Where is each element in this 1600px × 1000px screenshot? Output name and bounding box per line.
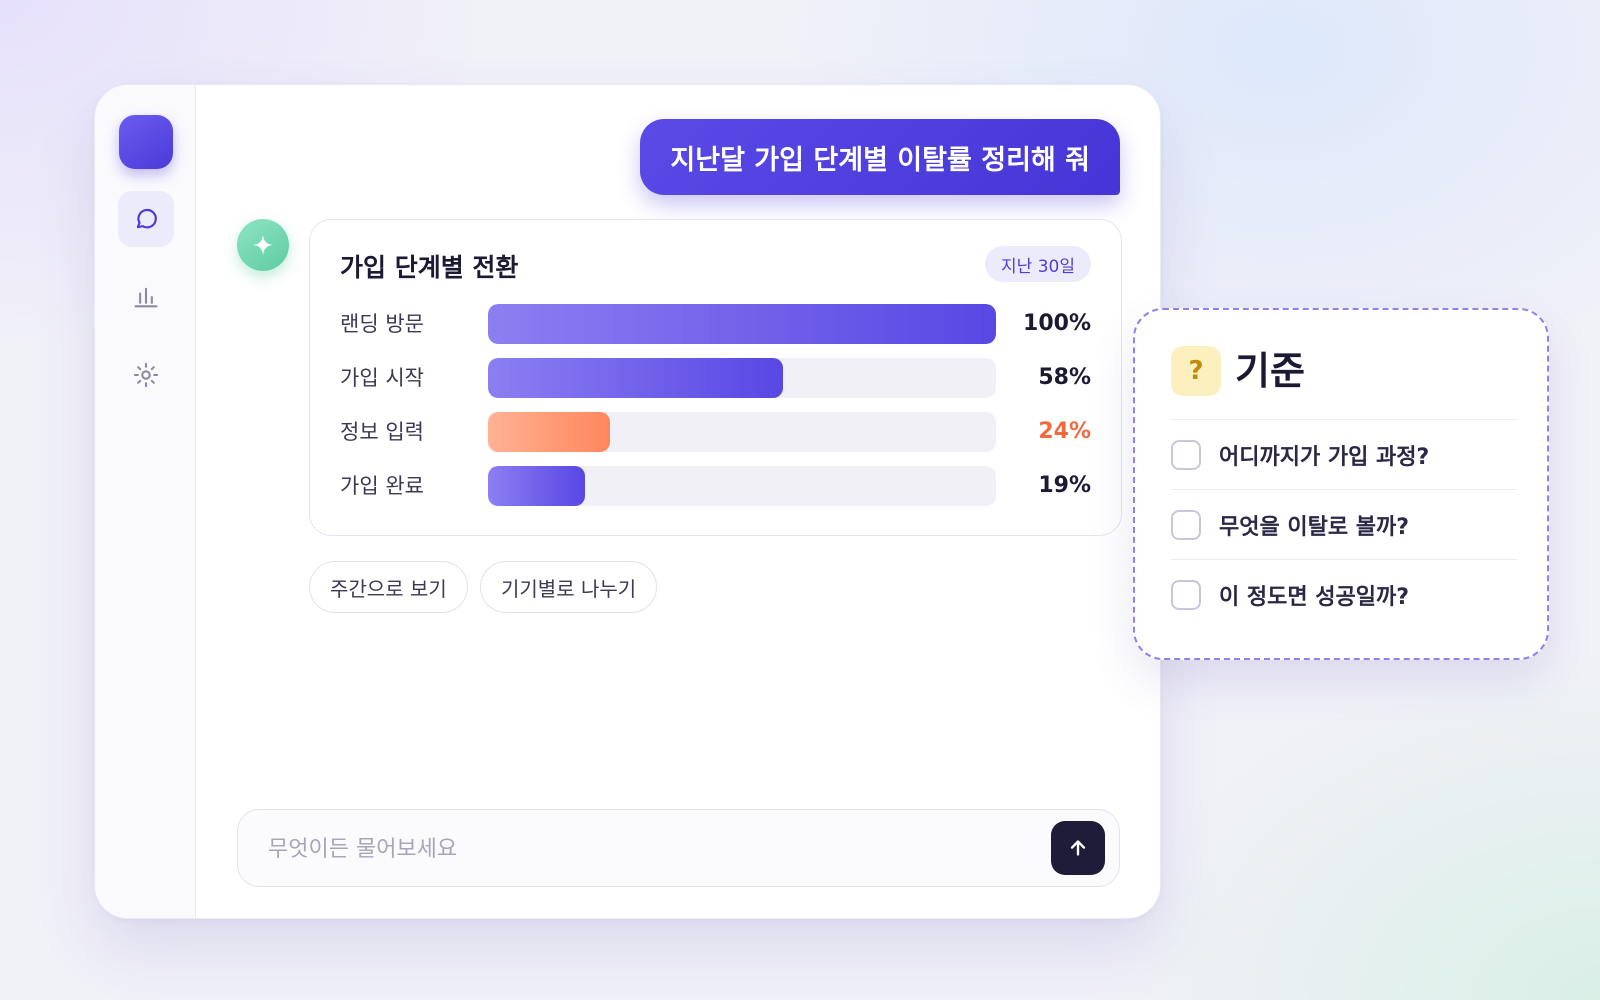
criteria-panel: ? 기준 어디까지가 가입 과정? 무엇을 이탈로 볼까? 이 정도면 성공일까… [1133, 308, 1549, 660]
criteria-item-label: 어디까지가 가입 과정? [1219, 445, 1430, 470]
criteria-item-label: 이 정도면 성공일까? [1219, 585, 1410, 610]
sidebar-item-settings[interactable] [118, 347, 174, 403]
bar-fill [488, 412, 610, 452]
criteria-title: 기준 [1235, 349, 1305, 393]
bar-track [488, 466, 996, 506]
bar-label: 가입 시작 [340, 366, 424, 390]
checkbox[interactable] [1171, 510, 1201, 540]
app-window: 지난달 가입 단계별 이탈률 정리해 줘 가입 단계별 전환 지난 30일 랜딩… [94, 84, 1161, 919]
bar-value: 24% [1038, 419, 1091, 444]
criteria-item[interactable]: 이 정도면 성공일까? [1171, 559, 1517, 630]
sparkle-icon [253, 235, 273, 255]
criteria-item[interactable]: 무엇을 이탈로 볼까? [1171, 489, 1517, 560]
criteria-item-label: 무엇을 이탈로 볼까? [1219, 515, 1410, 540]
period-badge: 지난 30일 [985, 246, 1091, 282]
arrow-up-icon [1070, 840, 1086, 856]
conversion-chart-card: 가입 단계별 전환 지난 30일 랜딩 방문 100% 가입 시작 58% 정보 입력 2… [309, 219, 1122, 536]
ai-avatar [237, 219, 289, 271]
sidebar-item-chat[interactable] [118, 191, 174, 247]
sidebar-item-analytics[interactable] [118, 269, 174, 325]
user-message: 지난달 가입 단계별 이탈률 정리해 줘 [640, 119, 1120, 195]
chat-area: 지난달 가입 단계별 이탈률 정리해 줘 가입 단계별 전환 지난 30일 랜딩… [195, 85, 1160, 918]
bar-track [488, 358, 996, 398]
bar-track [488, 412, 996, 452]
bar-track [488, 304, 996, 344]
app-logo[interactable] [119, 115, 173, 169]
message-composer [237, 809, 1120, 888]
bar-value: 19% [1038, 473, 1091, 498]
checkbox[interactable] [1171, 440, 1201, 470]
bar-fill [488, 466, 585, 506]
suggestion-by-device[interactable]: 기기별로 나누기 [480, 561, 658, 613]
bar-value: 100% [1023, 311, 1091, 336]
chart-title: 가입 단계별 전환 [340, 253, 519, 282]
chat-icon [136, 208, 157, 229]
checkbox[interactable] [1171, 580, 1201, 610]
bar-fill [488, 304, 996, 344]
bar-label: 가입 완료 [340, 474, 424, 498]
settings-icon [133, 362, 159, 388]
bar-label: 랜딩 방문 [340, 312, 424, 336]
sidebar [95, 85, 196, 918]
question-icon: ? [1171, 346, 1221, 396]
funnel-row: 랜딩 방문 100% [340, 304, 1091, 344]
bar-fill [488, 358, 783, 398]
bar-chart-icon [134, 287, 158, 308]
send-button[interactable] [1051, 821, 1105, 875]
suggestion-weekly-view[interactable]: 주간으로 보기 [309, 561, 468, 613]
funnel-row: 가입 완료 19% [340, 466, 1091, 506]
criteria-item[interactable]: 어디까지가 가입 과정? [1171, 419, 1517, 490]
funnel-row: 정보 입력 24% [340, 412, 1091, 452]
bar-value: 58% [1038, 365, 1091, 390]
bar-label: 정보 입력 [340, 420, 424, 444]
funnel-row: 가입 시작 58% [340, 358, 1091, 398]
message-input[interactable] [266, 810, 1030, 888]
